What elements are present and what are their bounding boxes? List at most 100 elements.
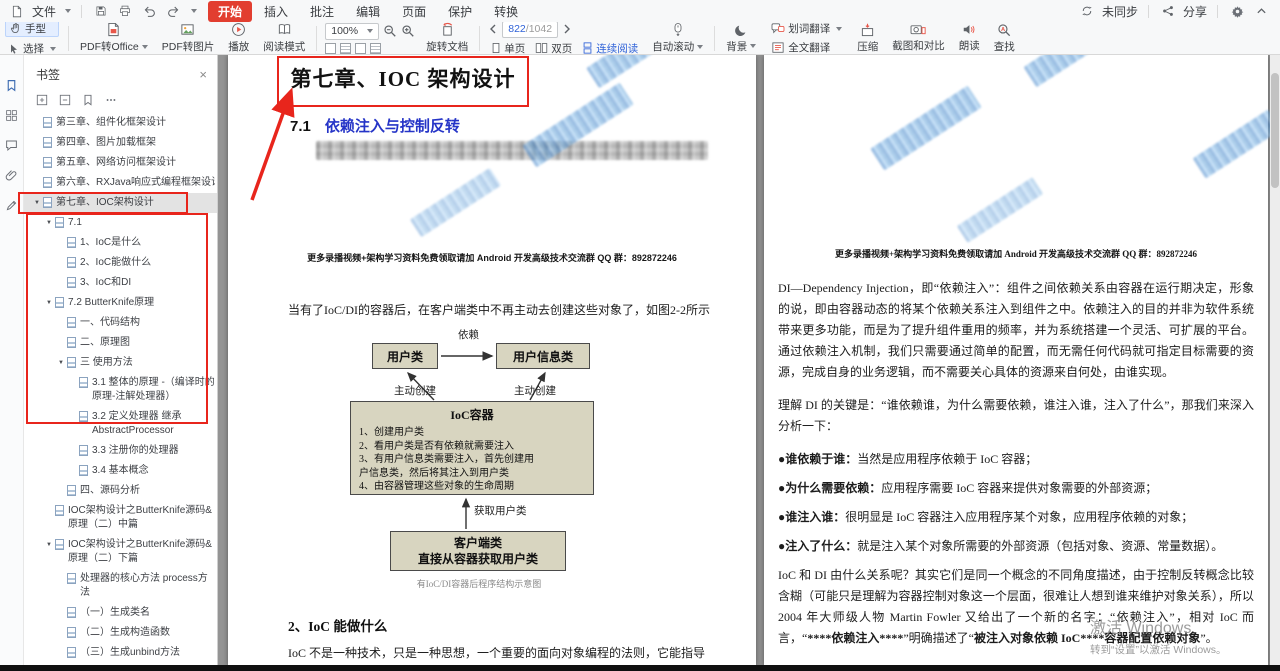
- app-document-icon: [8, 2, 26, 20]
- bookmark-item[interactable]: ▼ 7.2 ButterKnife原理: [24, 293, 217, 313]
- bookmark-item[interactable]: 第四章、图片加载框架: [24, 133, 217, 153]
- snapshot-compare-button[interactable]: 截图和对比: [885, 22, 952, 54]
- bookmark-item[interactable]: （二）生成构造函数: [24, 623, 217, 643]
- reading-mode-button[interactable]: 阅读模式: [256, 22, 312, 54]
- collapse-triangle-icon[interactable]: ▼: [34, 196, 43, 210]
- quick-access-caret-icon[interactable]: [191, 9, 198, 13]
- save-icon[interactable]: [92, 2, 110, 20]
- bookmark-panel-icon[interactable]: [5, 79, 18, 92]
- hand-tool-button[interactable]: 手型: [5, 20, 59, 37]
- bookmark-item[interactable]: （三）生成unbind方法: [24, 643, 217, 663]
- bookmark-flag-icon[interactable]: [82, 94, 94, 106]
- tab-页面[interactable]: 页面: [392, 1, 436, 22]
- auto-scroll-button[interactable]: 自动滚动: [645, 22, 710, 54]
- bookmark-item[interactable]: 处理器的核心方法 process方法: [24, 569, 217, 603]
- bookmark-item[interactable]: 四、源码分析: [24, 481, 217, 501]
- bookmark-item[interactable]: ▼ 三 使用方法: [24, 353, 217, 373]
- fit-visible-icon[interactable]: [370, 42, 382, 54]
- collapse-triangle-icon[interactable]: ▼: [46, 538, 55, 552]
- attachments-panel-icon[interactable]: [5, 169, 18, 182]
- divider: [1147, 4, 1149, 18]
- bookmark-page-icon: [43, 117, 52, 128]
- translate-bubbles-icon: [771, 22, 785, 35]
- bookmark-item[interactable]: 3、IoC和DI: [24, 273, 217, 293]
- find-button[interactable]: A 查找: [987, 22, 1022, 54]
- bookmark-item[interactable]: 第五章、网络访问框架设计: [24, 153, 217, 173]
- active-create-label-left: 主动创建: [394, 386, 436, 397]
- bookmark-item[interactable]: 1、IoC是什么: [24, 233, 217, 253]
- active-create-label-right: 主动创建: [514, 386, 556, 397]
- tab-保护[interactable]: 保护: [438, 1, 482, 22]
- tab-批注[interactable]: 批注: [300, 1, 344, 22]
- background-button[interactable]: 背景: [719, 22, 763, 54]
- book-icon: [277, 22, 292, 37]
- collapse-triangle-icon[interactable]: ▼: [58, 356, 67, 370]
- fit-page-icon[interactable]: [340, 42, 352, 54]
- word-translate-button[interactable]: 划词翻译: [768, 21, 845, 36]
- bookmark-item[interactable]: （一）生成类名: [24, 603, 217, 623]
- bookmark-page-icon: [43, 177, 52, 188]
- rotate-document-button[interactable]: 旋转文档: [419, 22, 475, 54]
- collapse-triangle-icon[interactable]: ▼: [46, 216, 55, 230]
- speaker-icon: [962, 23, 976, 36]
- single-page-button[interactable]: 单页: [488, 41, 528, 56]
- bookmark-item[interactable]: 一、代码结构: [24, 313, 217, 333]
- bookmark-more-icon[interactable]: [105, 94, 117, 106]
- zoom-select[interactable]: 100%: [325, 22, 380, 40]
- vertical-scrollbar[interactable]: [1270, 55, 1280, 665]
- page-number-input[interactable]: 822/1042: [502, 20, 559, 38]
- settings-gear-icon[interactable]: [1228, 2, 1246, 20]
- tab-插入[interactable]: 插入: [254, 1, 298, 22]
- tab-转换[interactable]: 转换: [484, 1, 528, 22]
- bookmark-item[interactable]: 第六章、RXJava响应式编程框架设计: [24, 173, 217, 193]
- redo-icon[interactable]: [164, 2, 182, 20]
- file-menu[interactable]: 文件: [32, 3, 56, 20]
- read-aloud-button[interactable]: 朗读: [952, 22, 987, 54]
- signature-panel-icon[interactable]: [5, 199, 18, 212]
- full-translate-button[interactable]: 全文翻译: [768, 40, 845, 55]
- bookmark-item[interactable]: 3.2 定义处理器 继承AbstractProcessor: [24, 407, 217, 441]
- close-panel-icon[interactable]: ×: [199, 67, 207, 82]
- add-bookmark-icon[interactable]: [36, 94, 48, 106]
- bookmark-item[interactable]: 3.4 基本概念: [24, 461, 217, 481]
- bookmark-item[interactable]: IOC架构设计之ButterKnife源码&原理（二）中篇: [24, 501, 217, 535]
- play-button[interactable]: 播放: [221, 22, 256, 54]
- bookmarks-panel: 书签 × 第三章、组件化框架设计 第四章、图片加载框架 第五章、网络访问框架设计 第六…: [24, 55, 218, 665]
- compress-button[interactable]: 压缩: [850, 22, 885, 54]
- bookmark-item[interactable]: ▼ IOC架构设计之ButterKnife源码&原理（二）下篇: [24, 535, 217, 569]
- sync-icon[interactable]: [1078, 2, 1096, 20]
- print-icon[interactable]: [116, 2, 134, 20]
- bookmark-item[interactable]: ▼ 第七章、IOC架构设计: [24, 193, 217, 213]
- undo-icon[interactable]: [140, 2, 158, 20]
- thumbnails-panel-icon[interactable]: [5, 109, 18, 122]
- sync-status-label[interactable]: 未同步: [1102, 3, 1138, 20]
- tab-编辑[interactable]: 编辑: [346, 1, 390, 22]
- bookmark-item[interactable]: 2、IoC能做什么: [24, 253, 217, 273]
- share-icon[interactable]: [1159, 2, 1177, 20]
- pdf-to-office-button[interactable]: PDF转Office: [73, 22, 155, 54]
- share-label[interactable]: 分享: [1183, 3, 1207, 20]
- delete-bookmark-icon[interactable]: [59, 94, 71, 106]
- select-tool-button[interactable]: 选择: [5, 41, 59, 56]
- bookmark-item[interactable]: 3.3 注册你的处理器: [24, 441, 217, 461]
- pdf-to-image-button[interactable]: PDF转图片: [155, 22, 222, 54]
- bookmark-item[interactable]: 二、原理图: [24, 333, 217, 353]
- bookmark-item-label: 7.2 ButterKnife原理: [68, 297, 155, 308]
- next-page-icon[interactable]: [562, 23, 572, 35]
- zoom-out-icon[interactable]: [383, 24, 397, 38]
- continuous-reading-button[interactable]: 连续阅读: [579, 41, 641, 56]
- tab-开始[interactable]: 开始: [208, 0, 253, 22]
- bookmark-item[interactable]: 3.1 整体的原理 -（编译时的原理-注解处理器）: [24, 373, 217, 407]
- bookmark-item[interactable]: 第三章、组件化框架设计: [24, 113, 217, 133]
- collapse-ribbon-icon[interactable]: [1252, 2, 1270, 20]
- fit-width-icon[interactable]: [325, 42, 337, 54]
- file-menu-caret-icon[interactable]: [65, 9, 72, 13]
- double-page-button[interactable]: 双页: [532, 41, 575, 56]
- zoom-in-icon[interactable]: [401, 24, 415, 38]
- actual-size-icon[interactable]: [355, 42, 367, 54]
- collapse-triangle-icon[interactable]: ▼: [46, 296, 55, 310]
- bookmark-item[interactable]: ▼ 7.1: [24, 213, 217, 233]
- previous-page-icon[interactable]: [488, 23, 498, 35]
- scrollbar-thumb[interactable]: [1271, 73, 1279, 188]
- comments-panel-icon[interactable]: [5, 139, 18, 152]
